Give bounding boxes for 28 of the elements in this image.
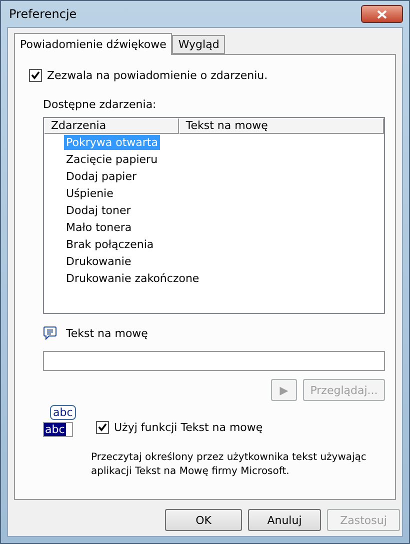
dialog-button[interactable]: OK [165,509,242,531]
event-item[interactable]: Uśpienie [64,186,116,201]
checkbox-label: Użyj funkcji Tekst na mowę [114,421,263,434]
speech-bubble-text: abc [50,405,76,420]
column-header[interactable]: Tekst na mowę [178,118,384,134]
text-field-icon: abc [43,422,73,437]
close-icon [377,10,387,18]
column-header[interactable]: Zdarzenia [44,118,179,134]
close-button[interactable] [361,5,403,23]
checkbox-label: Zezwala na powiadomienie o zdarzeniu. [47,69,268,82]
speech-text-field[interactable] [43,351,385,371]
event-item[interactable]: Brak połączenia [64,237,156,252]
event-item[interactable]: Dodaj papier [64,169,139,184]
checkbox[interactable] [96,421,109,434]
event-item[interactable]: Drukowanie zakończone [64,271,202,286]
window-title: Preferencje [8,7,77,21]
event-item[interactable]: Drukowanie [64,254,134,269]
tab[interactable]: Powiadomienie dźwiękowe [14,33,172,55]
description-text: Przeczytaj określony przez użytkownika tekst używając aplikacji Tekst na Mowę firmy Microsoft. [91,451,368,479]
checkbox[interactable] [29,69,42,82]
list-label: Dostępne zdarzenia: [43,98,158,111]
event-item[interactable]: Zacięcie papieru [64,152,160,167]
event-item[interactable]: Dodaj toner [64,203,133,218]
field-label: Tekst na mowę [66,327,148,340]
speech-bubble-icon [43,326,57,341]
dialog-button[interactable]: Anuluj [248,509,321,531]
event-item[interactable]: Mało tonera [64,220,134,235]
tab[interactable]: Wygląd [172,35,226,54]
